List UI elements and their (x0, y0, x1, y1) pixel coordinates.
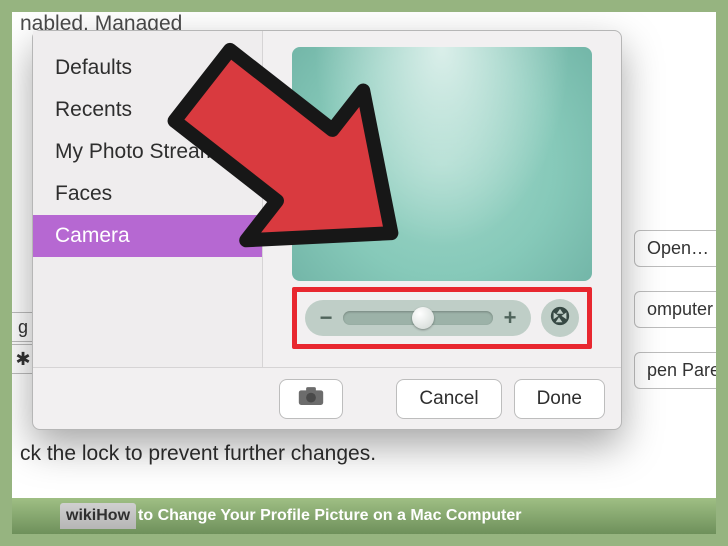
zoom-slider[interactable]: − + (305, 300, 531, 336)
sidebar-item-label: Defaults (55, 56, 132, 79)
zoom-thumb[interactable] (412, 307, 434, 329)
profile-picture-picker: Defaults Recents My Photo Stream Faces C… (32, 30, 622, 430)
zoom-minus-icon[interactable]: − (319, 305, 333, 331)
lock-hint-text: ck the lock to prevent further changes. (20, 442, 376, 466)
sidebar-item-label: My Photo Stream (55, 140, 217, 163)
open-button-partial[interactable]: Open… (634, 230, 716, 267)
picker-sidebar: Defaults Recents My Photo Stream Faces C… (33, 31, 263, 367)
computer-button-partial[interactable]: omputer (634, 291, 716, 328)
caption-text: to Change Your Profile Picture on a Mac … (138, 507, 521, 525)
sidebar-item-label: Faces (55, 182, 112, 205)
sidebar-item-camera[interactable]: Camera (33, 215, 262, 257)
sidebar-item-recents[interactable]: Recents (33, 89, 262, 131)
sidebar-item-label: Recents (55, 98, 132, 121)
zoom-track[interactable] (343, 311, 493, 325)
aperture-icon (549, 305, 571, 332)
picker-footer: Cancel Done (33, 367, 621, 429)
capture-button[interactable] (279, 379, 343, 419)
highlight-box: − + (292, 287, 592, 349)
zoom-plus-icon[interactable]: + (503, 305, 517, 331)
cancel-button[interactable]: Cancel (396, 379, 501, 419)
sidebar-item-faces[interactable]: Faces (33, 173, 262, 215)
open-parent-button-partial[interactable]: pen Pare (634, 352, 716, 389)
effects-button[interactable] (541, 299, 579, 337)
app-window: nabled, Managed Open… omputer pen Pare g… (12, 12, 716, 534)
sidebar-item-defaults[interactable]: Defaults (33, 47, 262, 89)
camera-preview (292, 47, 592, 281)
wikihow-logo: wikiHow (60, 503, 136, 529)
done-button[interactable]: Done (514, 379, 605, 419)
background-right-buttons: Open… omputer pen Pare (634, 230, 716, 413)
picker-body: Defaults Recents My Photo Stream Faces C… (33, 31, 621, 367)
sidebar-item-my-photo-stream[interactable]: My Photo Stream (33, 131, 262, 173)
camera-icon (298, 385, 324, 412)
caption-bar: wikiHow to Change Your Profile Picture o… (12, 498, 716, 534)
preview-pane: − + (263, 31, 621, 367)
sidebar-item-label: Camera (55, 224, 130, 247)
